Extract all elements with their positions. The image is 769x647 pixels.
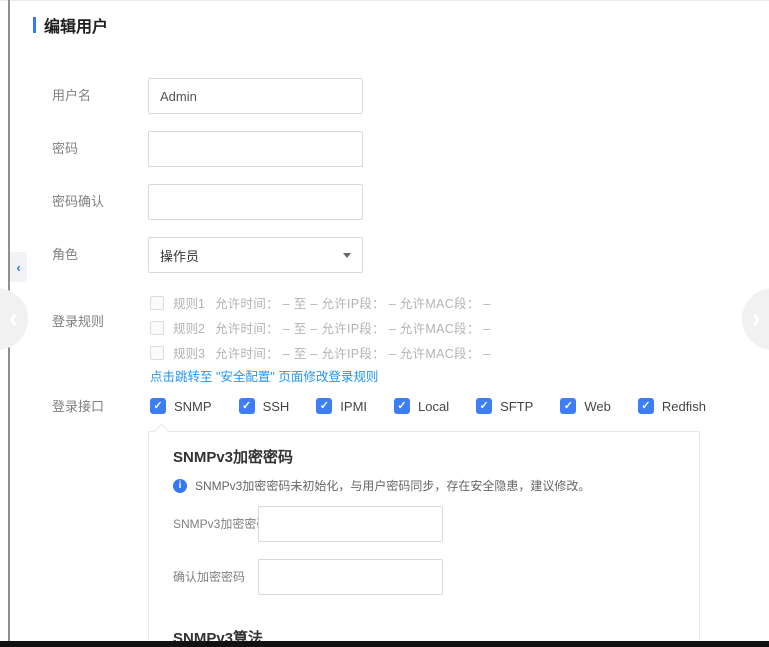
interface-checkbox-sftp[interactable]: ✓ SFTP [476, 398, 533, 414]
checkbox-checked[interactable]: ✓ [394, 398, 410, 414]
snmpv3-password-label: SNMPv3加密密码 [173, 506, 268, 542]
interface-label: Local [418, 399, 449, 414]
rule-detail: 允许时间： – 至 – 允许IP段： – 允许MAC段： – [215, 318, 491, 337]
checkbox-checked[interactable]: ✓ [150, 398, 166, 414]
snmpv3-panel-title: SNMPv3加密密码 [173, 446, 293, 467]
role-selected-value: 操作员 [160, 246, 343, 265]
check-icon: ✓ [480, 401, 489, 412]
checkbox-unchecked-icon[interactable] [150, 321, 164, 335]
window-top-edge [0, 0, 769, 1]
snmpv3-info-row: i SNMPv3加密密码未初始化，与用户密码同步，存在安全隐患，建议修改。 [173, 477, 590, 494]
checkbox-checked[interactable]: ✓ [239, 398, 255, 414]
login-rules-list: 规则1 允许时间： – 至 – 允许IP段： – 允许MAC段： – 规则2 允… [150, 290, 491, 365]
password-confirm-input[interactable] [148, 184, 363, 220]
snmpv3-panel: SNMPv3加密密码 i SNMPv3加密密码未初始化，与用户密码同步，存在安全… [148, 431, 700, 647]
page-title: 编辑用户 [44, 13, 108, 37]
login-interfaces-label: 登录接口 [52, 390, 104, 424]
interface-checkbox-ipmi[interactable]: ✓ IPMI [316, 398, 367, 414]
title-accent-bar [33, 17, 36, 33]
snmpv3-password-confirm-input[interactable] [258, 559, 443, 595]
interface-checkbox-local[interactable]: ✓ Local [394, 398, 449, 414]
check-icon: ✓ [564, 401, 573, 412]
edit-user-page: 编辑用户 用户名 密码 密码确认 角色 操作员 登录规则 规则1 允许时间： –… [0, 0, 769, 647]
checkbox-unchecked-icon[interactable] [150, 346, 164, 360]
password-label: 密码 [52, 131, 78, 167]
username-label: 用户名 [52, 78, 91, 114]
sidebar-collapse-button[interactable]: ‹ [10, 252, 27, 282]
password-input[interactable] [148, 131, 363, 167]
role-select[interactable]: 操作员 [148, 237, 363, 273]
snmpv3-info-text: SNMPv3加密密码未初始化，与用户密码同步，存在安全隐患，建议修改。 [195, 477, 590, 494]
check-icon: ✓ [320, 401, 329, 412]
username-input[interactable] [148, 78, 363, 114]
login-rule-row-3: 规则3 允许时间： – 至 – 允许IP段： – 允许MAC段： – [150, 340, 491, 365]
security-config-link[interactable]: 点击跳转至 "安全配置" 页面修改登录规则 [150, 366, 378, 385]
rule-detail: 允许时间： – 至 – 允许IP段： – 允许MAC段： – [215, 293, 491, 312]
rule-name: 规则2 [173, 318, 205, 337]
role-label: 角色 [52, 237, 78, 273]
interface-checkbox-snmp[interactable]: ✓ SNMP [150, 398, 212, 414]
window-bottom-edge [0, 641, 769, 647]
login-rule-row-2: 规则2 允许时间： – 至 – 允许IP段： – 允许MAC段： – [150, 315, 491, 340]
rule-name: 规则1 [173, 293, 205, 312]
checkbox-checked[interactable]: ✓ [476, 398, 492, 414]
interface-checkbox-ssh[interactable]: ✓ SSH [239, 398, 290, 414]
interface-label: IPMI [340, 399, 367, 414]
checkbox-checked[interactable]: ✓ [316, 398, 332, 414]
snmpv3-password-confirm-label: 确认加密密码 [173, 559, 245, 595]
login-rule-row-1: 规则1 允许时间： – 至 – 允许IP段： – 允许MAC段： – [150, 290, 491, 315]
info-icon: i [173, 479, 187, 493]
login-rules-label: 登录规则 [52, 297, 104, 347]
check-icon: ✓ [242, 401, 251, 412]
page-header: 编辑用户 [33, 13, 108, 37]
chevron-left-icon: ‹ [16, 261, 20, 274]
interface-label: Redfish [662, 399, 706, 414]
checkbox-unchecked-icon[interactable] [150, 296, 164, 310]
chevron-right-icon[interactable]: › [752, 305, 761, 331]
rule-detail: 允许时间： – 至 – 允许IP段： – 允许MAC段： – [215, 343, 491, 362]
interface-checkbox-web[interactable]: ✓ Web [560, 398, 611, 414]
login-interfaces-group: ✓ SNMP ✓ SSH ✓ IPMI ✓ Local ✓ SFTP ✓ Web… [150, 398, 706, 414]
rule-name: 规则3 [173, 343, 205, 362]
check-icon: ✓ [397, 401, 406, 412]
check-icon: ✓ [153, 401, 162, 412]
interface-checkbox-redfish[interactable]: ✓ Redfish [638, 398, 706, 414]
interface-label: Web [584, 399, 611, 414]
check-icon: ✓ [641, 401, 650, 412]
interface-label: SNMP [174, 399, 212, 414]
interface-label: SSH [263, 399, 290, 414]
chevron-left-icon[interactable]: ‹ [9, 305, 18, 331]
password-confirm-label: 密码确认 [52, 184, 104, 220]
checkbox-checked[interactable]: ✓ [560, 398, 576, 414]
snmpv3-password-input[interactable] [258, 506, 443, 542]
checkbox-checked[interactable]: ✓ [638, 398, 654, 414]
interface-label: SFTP [500, 399, 533, 414]
caret-down-icon [343, 253, 351, 258]
